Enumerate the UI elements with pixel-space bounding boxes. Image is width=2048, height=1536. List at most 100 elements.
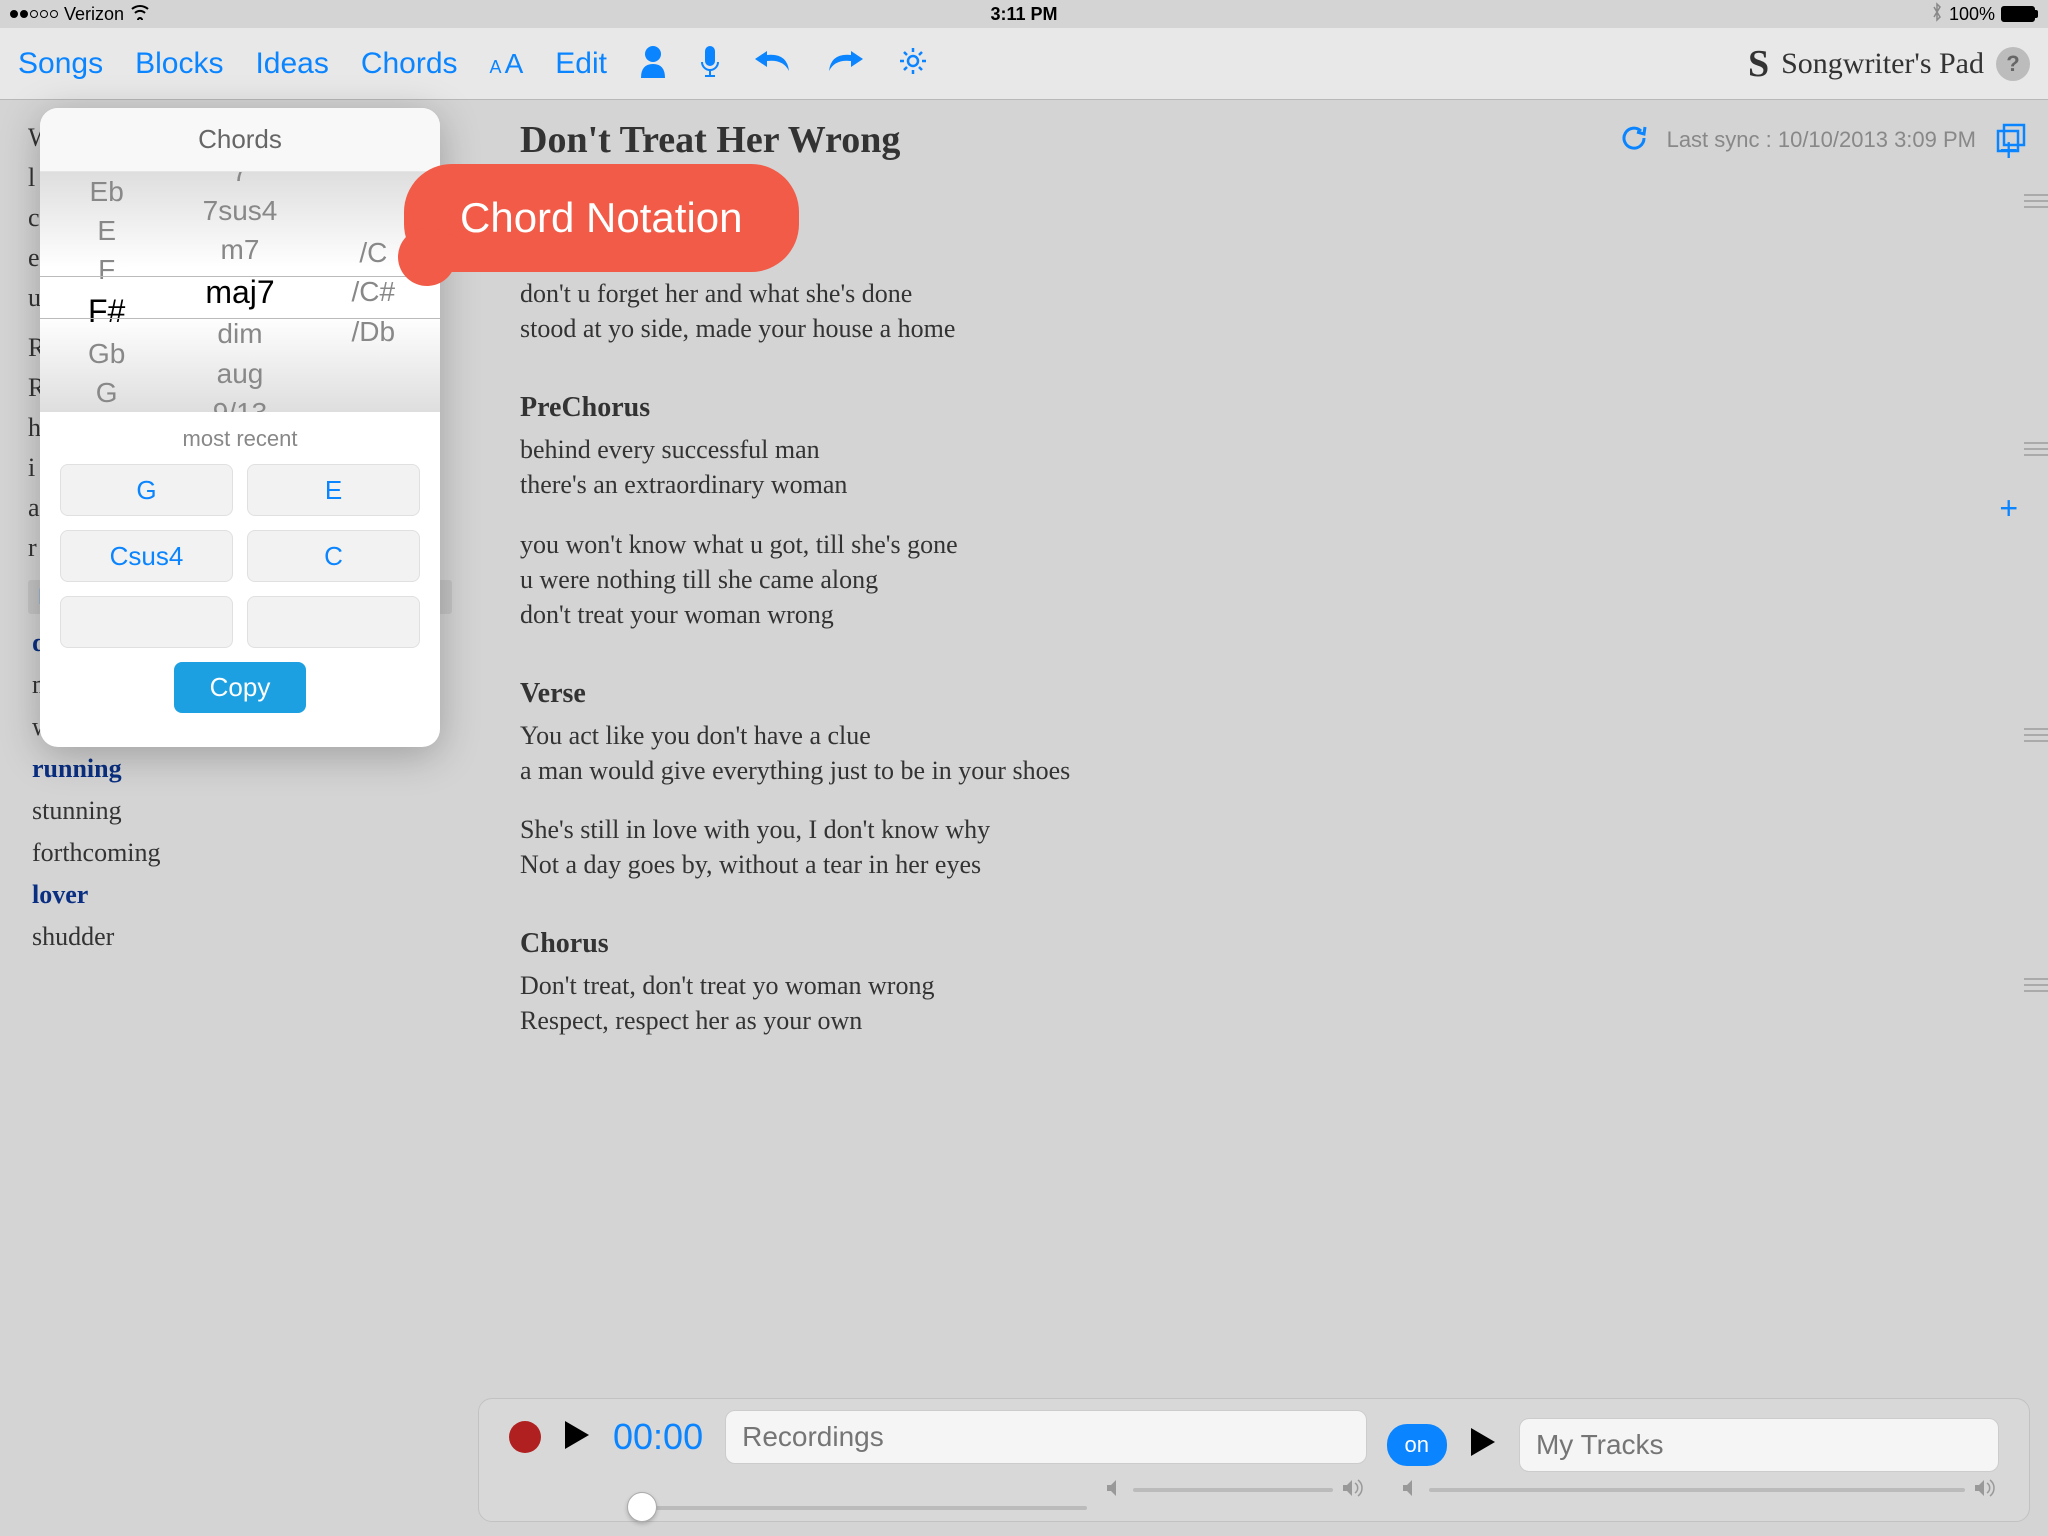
chords-popover: Chords D#EbEFF#GbGG#77sus4m7maj7dimaug9/…: [40, 108, 440, 747]
recordings-input[interactable]: [725, 1410, 1366, 1464]
volume-low-icon: [1401, 1478, 1421, 1503]
picker-item[interactable]: Gb: [88, 334, 125, 373]
lyric-block: Chorus Don't treat, don't treat yo woman …: [520, 928, 2028, 1038]
volume-high-icon: [1341, 1478, 1367, 1503]
player-bar: 00:00 on: [478, 1398, 2030, 1522]
add-section-button[interactable]: +: [1999, 490, 2018, 527]
status-bar: Verizon 3:11 PM 100%: [0, 0, 2048, 28]
recent-chord-button[interactable]: [60, 596, 233, 648]
lyric-line[interactable]: Respect, respect her as your own: [520, 1003, 2028, 1038]
battery-icon: [2001, 6, 2038, 22]
lyric-line[interactable]: don't u forget her and what she's done: [520, 276, 2028, 311]
rhyme-item[interactable]: running: [28, 748, 452, 790]
volume-slider-left[interactable]: [1133, 1488, 1333, 1492]
rhyme-item[interactable]: lover: [28, 874, 452, 916]
lyric-line[interactable]: behind every successful man: [520, 432, 2028, 467]
drag-handle-icon[interactable]: [2024, 440, 2048, 463]
rhyme-item[interactable]: stunning: [28, 790, 452, 832]
scrub-slider[interactable]: [629, 1506, 1087, 1510]
picker-item[interactable]: /Db: [352, 312, 396, 351]
lyric-block: PreChorus behind every successful manther…: [520, 392, 2028, 631]
copy-button[interactable]: Copy: [174, 662, 307, 713]
songs-button[interactable]: Songs: [18, 47, 103, 81]
app-logo-icon: S: [1748, 42, 1769, 86]
play-button-right[interactable]: [1469, 1426, 1497, 1463]
lyric-line[interactable]: She's still in love with you, I don't kn…: [520, 812, 2028, 847]
app-title-group: S Songwriter's Pad ?: [1748, 42, 2030, 86]
play-button-left[interactable]: [563, 1419, 591, 1456]
volume-low-icon: [1105, 1478, 1125, 1503]
wifi-icon: [130, 4, 150, 25]
lyric-line[interactable]: u were nothing till she came along: [520, 562, 2028, 597]
picker-column[interactable]: 77sus4m7maj7dimaug9/13: [173, 172, 306, 412]
chords-button[interactable]: Chords: [361, 47, 458, 81]
picker-item[interactable]: maj7: [205, 270, 274, 315]
gear-icon[interactable]: [897, 45, 929, 82]
toolbar: Songs Blocks Ideas Chords AA Edit S Song…: [0, 28, 2048, 100]
battery-pct: 100%: [1949, 4, 1995, 25]
block-title: PreChorus: [520, 392, 2028, 424]
add-words-button[interactable]: +: [1999, 132, 2018, 169]
recent-chord-button[interactable]: E: [247, 464, 420, 516]
lyric-line[interactable]: there's an extraordinary woman: [520, 467, 2028, 502]
lyric-block: Verse You act like you don't have a cluea…: [520, 678, 2028, 882]
picker-item[interactable]: /C#: [352, 272, 396, 311]
app-title: Songwriter's Pad: [1781, 47, 1984, 81]
picker-item[interactable]: dim: [217, 314, 262, 353]
lyric-line[interactable]: don't treat your woman wrong: [520, 597, 2028, 632]
recent-chord-button[interactable]: G: [60, 464, 233, 516]
lyric-line[interactable]: Don't treat, don't treat yo woman wrong: [520, 968, 2028, 1003]
drag-handle-icon[interactable]: [2024, 192, 2048, 215]
content-area: Don't Treat Her Wrong Last sync : 10/10/…: [480, 100, 2048, 1536]
block-title: Verse: [520, 678, 2028, 710]
picker-item[interactable]: 7: [232, 172, 248, 191]
recent-label: most recent: [60, 426, 420, 452]
lyric-line[interactable]: Not a day goes by, without a tear in her…: [520, 847, 2028, 882]
picker-item[interactable]: F#: [88, 289, 125, 334]
volume-high-icon: [1973, 1478, 1999, 1503]
rhyme-item[interactable]: shudder: [28, 916, 452, 958]
mytracks-input[interactable]: [1519, 1418, 1999, 1472]
lyric-line[interactable]: a man would give everything just to be i…: [520, 753, 2028, 788]
picker-item[interactable]: /C: [359, 233, 387, 272]
redo-icon[interactable]: [825, 47, 865, 80]
drag-handle-icon[interactable]: [2024, 976, 2048, 999]
song-title: Don't Treat Her Wrong: [520, 118, 900, 162]
blocks-button[interactable]: Blocks: [135, 47, 223, 81]
drag-handle-icon[interactable]: [2024, 726, 2048, 749]
sync-icon[interactable]: [1619, 123, 1649, 158]
block-title: Chorus: [520, 928, 2028, 960]
record-button[interactable]: [509, 1421, 541, 1453]
picker-item[interactable]: 7sus4: [203, 191, 278, 230]
popover-title: Chords: [40, 108, 440, 172]
lyric-line[interactable]: you won't know what u got, till she's go…: [520, 527, 2028, 562]
ideas-button[interactable]: Ideas: [255, 47, 328, 81]
picker-item[interactable]: E: [97, 211, 116, 250]
carrier-label: Verizon: [64, 4, 124, 25]
signal-icon: [10, 10, 58, 18]
picker-item[interactable]: m7: [221, 230, 260, 269]
picker-item[interactable]: Eb: [90, 172, 124, 211]
microphone-icon[interactable]: [699, 44, 721, 83]
chord-picker[interactable]: D#EbEFF#GbGG#77sus4m7maj7dimaug9/13/C/C#…: [40, 172, 440, 412]
help-button[interactable]: ?: [1996, 47, 2030, 81]
clock: 3:11 PM: [990, 4, 1057, 25]
volume-slider-right[interactable]: [1429, 1488, 1966, 1492]
profile-icon[interactable]: [639, 44, 667, 83]
picker-item[interactable]: 9/13: [213, 393, 268, 412]
chord-notation-tooltip: Chord Notation: [404, 164, 799, 272]
recent-chord-button[interactable]: [247, 596, 420, 648]
picker-column[interactable]: D#EbEFF#GbGG#: [40, 172, 173, 412]
recent-chord-button[interactable]: C: [247, 530, 420, 582]
picker-item[interactable]: aug: [217, 354, 264, 393]
picker-item[interactable]: G: [96, 373, 118, 412]
lyric-line[interactable]: stood at yo side, made your house a home: [520, 311, 2028, 346]
rhyme-item[interactable]: forthcoming: [28, 832, 452, 874]
picker-item[interactable]: F: [98, 250, 115, 289]
lyric-line[interactable]: You act like you don't have a clue: [520, 718, 2028, 753]
recent-chord-button[interactable]: Csus4: [60, 530, 233, 582]
edit-button[interactable]: Edit: [555, 47, 607, 81]
undo-icon[interactable]: [753, 47, 793, 80]
font-size-button[interactable]: AA: [490, 48, 524, 80]
tracks-toggle[interactable]: on: [1387, 1424, 1447, 1466]
